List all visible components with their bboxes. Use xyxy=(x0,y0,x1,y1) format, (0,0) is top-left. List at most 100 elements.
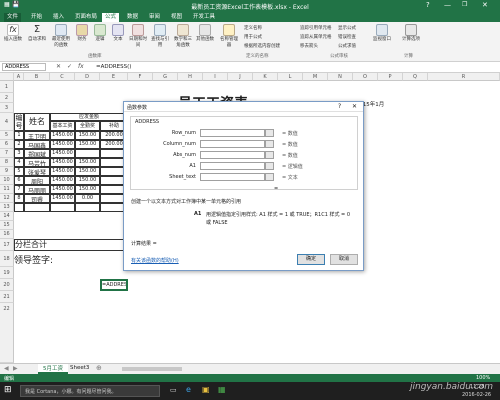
recent-functions-button[interactable]: 最近使用的函数 xyxy=(50,24,72,48)
employee-base[interactable]: 1450.00 xyxy=(50,131,75,140)
active-cell[interactable]: =ADDRESS() xyxy=(100,279,128,291)
sheet-tab-active[interactable]: 5月工资 xyxy=(38,364,68,374)
employee-bonus[interactable]: 150.00 xyxy=(75,131,100,140)
column-header[interactable]: B xyxy=(24,73,50,81)
employee-name[interactable]: 王卫明 xyxy=(24,131,50,140)
employee-name[interactable]: 马芸竹 xyxy=(24,158,50,167)
minimize-button[interactable]: — xyxy=(444,1,451,9)
row-header[interactable]: 9 xyxy=(0,167,14,176)
row-header[interactable]: 10 xyxy=(0,176,14,185)
range-select-icon[interactable] xyxy=(265,129,274,137)
horizontal-scrollbar[interactable] xyxy=(122,367,182,371)
row-header[interactable]: 14 xyxy=(0,212,14,221)
column-header[interactable]: H xyxy=(178,73,203,81)
show-formulas-button[interactable]: 显示公式 xyxy=(338,25,356,31)
close-button[interactable]: ✕ xyxy=(482,1,488,9)
autosum-button[interactable]: Σ 自动求和 xyxy=(26,24,48,42)
range-select-icon[interactable] xyxy=(265,173,274,181)
watch-window-button[interactable]: 监视窗口 xyxy=(372,24,392,42)
employee-bonus[interactable]: 150.00 xyxy=(75,140,100,149)
employee-name[interactable]: 张爱琴 xyxy=(24,167,50,176)
employee-base[interactable]: 1450.00 xyxy=(50,149,75,158)
tab-file[interactable]: 文件 xyxy=(4,13,22,22)
employee-bonus[interactable]: 150.00 xyxy=(75,158,100,167)
tab-home[interactable]: 开始 xyxy=(28,13,45,22)
employee-name[interactable]: 周阳 xyxy=(24,176,50,185)
row-header[interactable]: 7 xyxy=(0,149,14,158)
employee-name[interactable]: 马丽丽 xyxy=(24,185,50,194)
employee-bonus[interactable]: 150.00 xyxy=(75,167,100,176)
enter-icon[interactable]: ✓ xyxy=(67,63,72,70)
empty-cell[interactable] xyxy=(24,203,50,212)
tab-formulas[interactable]: 公式 xyxy=(102,13,120,22)
range-select-icon[interactable] xyxy=(265,151,274,159)
folder-icon[interactable]: ▣ xyxy=(202,385,210,394)
employee-no[interactable]: 8 xyxy=(14,194,24,203)
other-functions-button[interactable]: 其他函数 xyxy=(196,24,214,42)
formula-input[interactable]: =ADDRESS() xyxy=(96,64,131,70)
add-sheet-icon[interactable]: ⊕ xyxy=(96,364,102,372)
employee-base[interactable]: 1450.00 xyxy=(50,140,75,149)
employee-no[interactable]: 3 xyxy=(14,149,24,158)
column-header[interactable]: M xyxy=(303,73,328,81)
employee-name[interactable]: 司睿 xyxy=(24,194,50,203)
empty-cell[interactable] xyxy=(75,203,100,212)
column-header[interactable]: A xyxy=(14,73,24,81)
ok-button[interactable]: 确定 xyxy=(297,254,325,265)
restore-button[interactable]: ❐ xyxy=(462,1,467,8)
column-header[interactable]: D xyxy=(75,73,100,81)
column-header[interactable]: C xyxy=(50,73,75,81)
column-header[interactable]: P xyxy=(378,73,403,81)
column-header[interactable]: K xyxy=(253,73,278,81)
evaluate-formula-button[interactable]: 公式求值 xyxy=(338,43,356,49)
employee-base[interactable]: 1450.00 xyxy=(50,167,75,176)
sheet-text-input[interactable] xyxy=(200,173,265,181)
row-header[interactable]: 11 xyxy=(0,185,14,194)
scroll-right-icon[interactable]: ▶ xyxy=(13,365,18,372)
name-box[interactable] xyxy=(2,63,46,71)
dialog-close-button[interactable]: ✕ xyxy=(352,103,357,110)
error-checking-button[interactable]: 错误检查 xyxy=(338,34,356,40)
help-button[interactable]: ? xyxy=(426,1,430,9)
windows-start-icon[interactable]: ⊞ xyxy=(4,385,12,395)
range-select-icon[interactable] xyxy=(265,162,274,170)
row-header[interactable]: 5 xyxy=(0,131,14,140)
row-header[interactable]: 3 xyxy=(0,103,14,113)
financial-button[interactable]: 财务 xyxy=(74,24,90,42)
abs-num-input[interactable] xyxy=(200,151,265,159)
column-header[interactable]: O xyxy=(353,73,378,81)
tab-review[interactable]: 审阅 xyxy=(146,13,163,22)
datetime-button[interactable]: 日期和时间 xyxy=(128,24,148,48)
logical-button[interactable]: 逻辑 xyxy=(92,24,108,42)
text-button[interactable]: 文本 xyxy=(110,24,126,42)
trace-precedents-button[interactable]: 追踪引用单元格 xyxy=(300,25,332,31)
fx-icon[interactable]: fx xyxy=(78,63,84,70)
row-header[interactable]: 22 xyxy=(0,303,14,363)
column-header[interactable]: R xyxy=(428,73,500,81)
cortana-search-box[interactable]: 我是 Cortana，小娜。有问题尽管问我。 xyxy=(20,385,160,397)
zoom-level[interactable]: 100% xyxy=(476,375,490,381)
employee-no[interactable]: 2 xyxy=(14,140,24,149)
employee-no[interactable]: 4 xyxy=(14,158,24,167)
employee-no[interactable]: 1 xyxy=(14,131,24,140)
empty-cell[interactable] xyxy=(50,203,75,212)
range-select-icon[interactable] xyxy=(265,140,274,148)
scroll-left-icon[interactable]: ◀ xyxy=(4,365,9,372)
row-header[interactable]: 20 xyxy=(0,279,14,291)
employee-bonus[interactable]: 0.00 xyxy=(75,194,100,203)
a1-input[interactable] xyxy=(200,162,265,170)
create-from-selection-button[interactable]: 根据所选内容创建 xyxy=(244,43,280,49)
dialog-help-button[interactable]: ? xyxy=(338,103,341,110)
row-num-input[interactable] xyxy=(200,129,265,137)
column-num-input[interactable] xyxy=(200,140,265,148)
employee-bonus[interactable] xyxy=(75,149,100,158)
sheet-tab[interactable]: Sheet3 xyxy=(70,365,89,371)
math-button[interactable]: 数学和三角函数 xyxy=(172,24,194,48)
corner-select-all[interactable] xyxy=(0,73,14,81)
employee-no[interactable]: 5 xyxy=(14,167,24,176)
row-header[interactable]: 12 xyxy=(0,194,14,203)
cancel-icon[interactable]: ✕ xyxy=(56,63,61,70)
excel-taskbar-icon[interactable]: ▦ xyxy=(218,385,226,394)
define-name-button[interactable]: 定义名称 xyxy=(244,25,262,31)
row-header[interactable]: 21 xyxy=(0,291,14,303)
